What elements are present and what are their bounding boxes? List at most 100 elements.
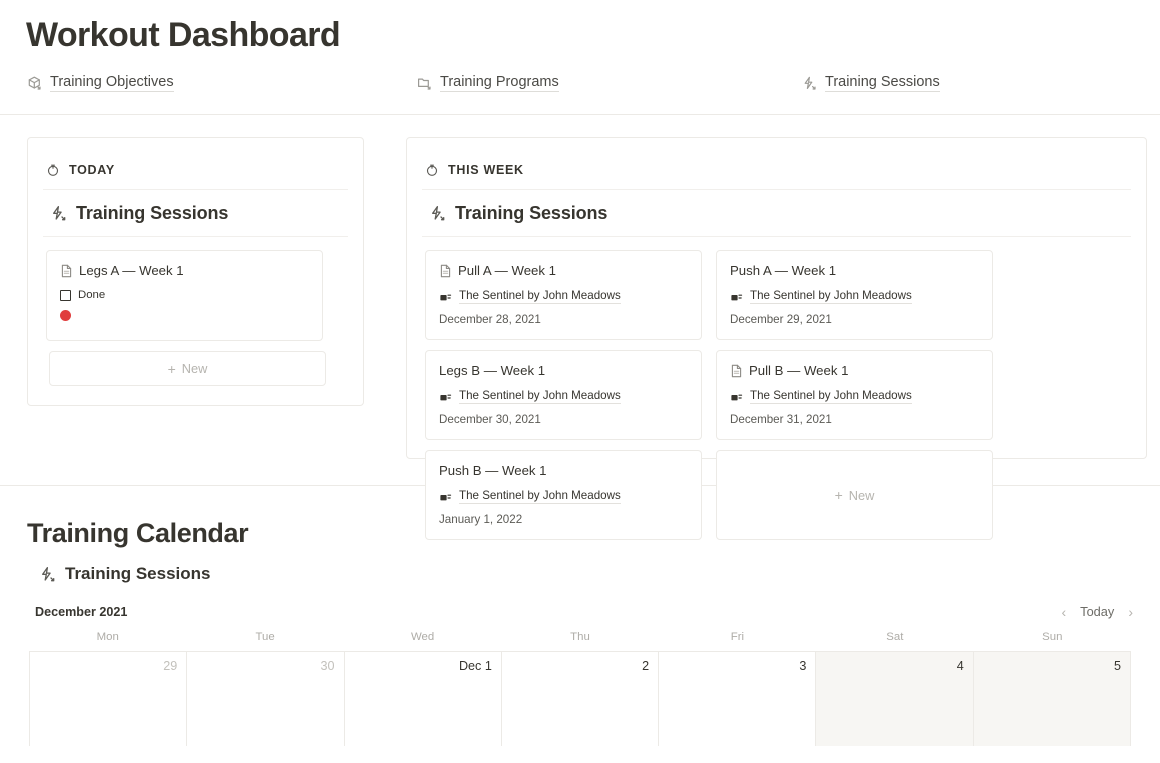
relation-icon	[730, 391, 743, 403]
nav-link-label: Training Programs	[440, 74, 559, 92]
today-session-card[interactable]: Legs A — Week 1 Done	[46, 250, 323, 341]
today-database-title[interactable]: Training Sessions	[43, 190, 348, 237]
dashboard-columns: TODAY Training Sessions Legs A — Week 1 …	[0, 115, 1160, 540]
plus-icon: +	[167, 360, 176, 377]
session-card-relation[interactable]: The Sentinel by John Meadows	[439, 389, 688, 404]
session-card-relation-text: The Sentinel by John Meadows	[750, 389, 912, 404]
document-icon	[730, 364, 743, 378]
document-icon	[439, 264, 452, 278]
this-week-database: Training Sessions Pull A — Week 1 The Se…	[422, 189, 1131, 540]
workout-dashboard-page: Workout Dashboard Training Objectives Tr…	[0, 0, 1160, 763]
session-card-date: December 29, 2021	[730, 313, 832, 326]
calendar-today-button[interactable]: Today	[1080, 604, 1114, 619]
session-card[interactable]: Legs B — Week 1 The Sentinel by John Mea	[425, 350, 702, 440]
this-week-database-title[interactable]: Training Sessions	[422, 190, 1131, 237]
calendar-day-header: Mon	[96, 631, 119, 643]
calendar-day-headers: Mon Tue Wed Thu Fri Sat Sun	[0, 619, 1160, 643]
session-card-relation[interactable]: The Sentinel by John Meadows	[439, 289, 688, 304]
session-card[interactable]: Pull A — Week 1 The Sentinel by John Mea	[425, 250, 702, 340]
this-week-cards-area: Pull A — Week 1 The Sentinel by John Mea	[422, 237, 1131, 540]
today-new-button[interactable]: + New	[49, 351, 326, 386]
calendar-day-header: Sun	[1042, 631, 1063, 643]
today-database: Training Sessions Legs A — Week 1 Done +…	[43, 189, 348, 386]
clock-icon	[46, 163, 60, 177]
session-card-title: Legs A — Week 1	[60, 263, 309, 278]
calendar-cell[interactable]: 5	[973, 652, 1131, 746]
chevron-right-icon[interactable]: ›	[1128, 605, 1133, 619]
clock-icon	[425, 163, 439, 177]
relation-icon	[730, 291, 743, 303]
calendar-cell[interactable]: 2	[501, 652, 660, 746]
session-card-relation[interactable]: The Sentinel by John Meadows	[730, 389, 979, 404]
session-card[interactable]: Push A — Week 1 The Sentinel by John Mea	[716, 250, 993, 340]
relation-icon	[439, 491, 452, 503]
calendar-database-title-text: Training Sessions	[65, 564, 211, 583]
today-panel: TODAY Training Sessions Legs A — Week 1 …	[27, 137, 364, 406]
calendar-cell[interactable]: 3	[659, 652, 817, 746]
today-panel-label: TODAY	[69, 162, 115, 177]
cube-icon	[26, 75, 43, 92]
session-card-title: Push B — Week 1	[439, 463, 688, 478]
session-card-relation-text: The Sentinel by John Meadows	[750, 289, 912, 304]
calendar-cell[interactable]: 4	[816, 652, 974, 746]
session-card-title-text: Pull B — Week 1	[749, 363, 849, 378]
this-week-new-label: New	[848, 487, 875, 503]
session-card-date: December 31, 2021	[730, 413, 832, 426]
session-card-title-text: Pull A — Week 1	[458, 263, 556, 278]
calendar-day-header: Fri	[730, 631, 745, 643]
folder-arrow-icon	[416, 75, 433, 92]
calendar-cell[interactable]: Dec 1	[344, 652, 502, 746]
this-week-panel: THIS WEEK Training Sessions Pull A — Wee…	[406, 137, 1147, 540]
session-card-title: Push A — Week 1	[730, 263, 979, 278]
this-week-new-button[interactable]: + New	[716, 450, 993, 540]
nav-link-label: Training Objectives	[50, 74, 174, 92]
today-cards-area: Legs A — Week 1 Done + New	[43, 237, 348, 386]
status-dot	[60, 310, 71, 321]
today-new-label: New	[181, 361, 208, 376]
calendar-day-header: Tue	[255, 631, 275, 643]
bolt-icon	[38, 565, 57, 584]
session-card-title: Pull B — Week 1	[730, 363, 979, 378]
this-week-panel-header: THIS WEEK	[407, 138, 1146, 185]
session-card-relation[interactable]: The Sentinel by John Meadows	[439, 489, 688, 504]
session-card-date: January 1, 2022	[439, 513, 523, 526]
calendar-database-title[interactable]: Training Sessions	[27, 550, 1160, 584]
calendar-cell[interactable]: 30	[187, 652, 345, 746]
done-checkbox-row[interactable]: Done	[60, 289, 309, 301]
top-nav: Training Objectives Training Programs Tr…	[0, 58, 1160, 92]
calendar-day-header: Thu	[570, 631, 590, 643]
session-card[interactable]: Push B — Week 1 The Sentinel by John Mea	[425, 450, 702, 540]
document-icon	[60, 264, 73, 278]
done-checkbox-label: Done	[78, 289, 106, 301]
session-card-title-text: Push B — Week 1	[439, 463, 547, 478]
calendar-cell[interactable]: 29	[30, 652, 188, 746]
session-card-relation-text: The Sentinel by John Meadows	[459, 489, 621, 504]
this-week-database-title-text: Training Sessions	[455, 203, 608, 223]
session-card[interactable]: Pull B — Week 1 The Sentinel by John Mea	[716, 350, 993, 440]
done-checkbox[interactable]	[60, 289, 71, 301]
session-card-relation-text: The Sentinel by John Meadows	[459, 389, 621, 404]
nav-link-training-sessions[interactable]: Training Sessions	[801, 74, 940, 92]
calendar-month-label: December 2021	[35, 604, 128, 619]
nav-link-training-programs[interactable]: Training Programs	[416, 74, 801, 92]
relation-icon	[439, 291, 452, 303]
session-card-title-text: Legs B — Week 1	[439, 363, 546, 378]
nav-link-label: Training Sessions	[825, 74, 940, 92]
bolt-icon	[49, 204, 68, 223]
this-week-panel-label: THIS WEEK	[448, 162, 524, 177]
this-week-cards-grid: Pull A — Week 1 The Sentinel by John Mea	[425, 250, 1128, 540]
plus-icon: +	[834, 487, 843, 503]
session-card-title-text: Legs A — Week 1	[79, 263, 184, 278]
calendar-toolbar: December 2021 ‹ Today ›	[0, 584, 1160, 619]
calendar-day-header: Wed	[410, 631, 435, 643]
today-panel-header: TODAY	[28, 138, 363, 185]
chevron-left-icon[interactable]: ‹	[1062, 605, 1067, 619]
calendar-day-header: Sat	[886, 631, 904, 643]
session-card-title-text: Push A — Week 1	[730, 263, 837, 278]
nav-link-training-objectives[interactable]: Training Objectives	[26, 74, 416, 92]
calendar-grid: 29 30 Dec 1 2 3 4 5	[29, 651, 1131, 746]
session-card-relation-text: The Sentinel by John Meadows	[459, 289, 621, 304]
relation-icon	[439, 391, 452, 403]
session-card-relation[interactable]: The Sentinel by John Meadows	[730, 289, 979, 304]
calendar-nav: ‹ Today ›	[1062, 604, 1134, 619]
